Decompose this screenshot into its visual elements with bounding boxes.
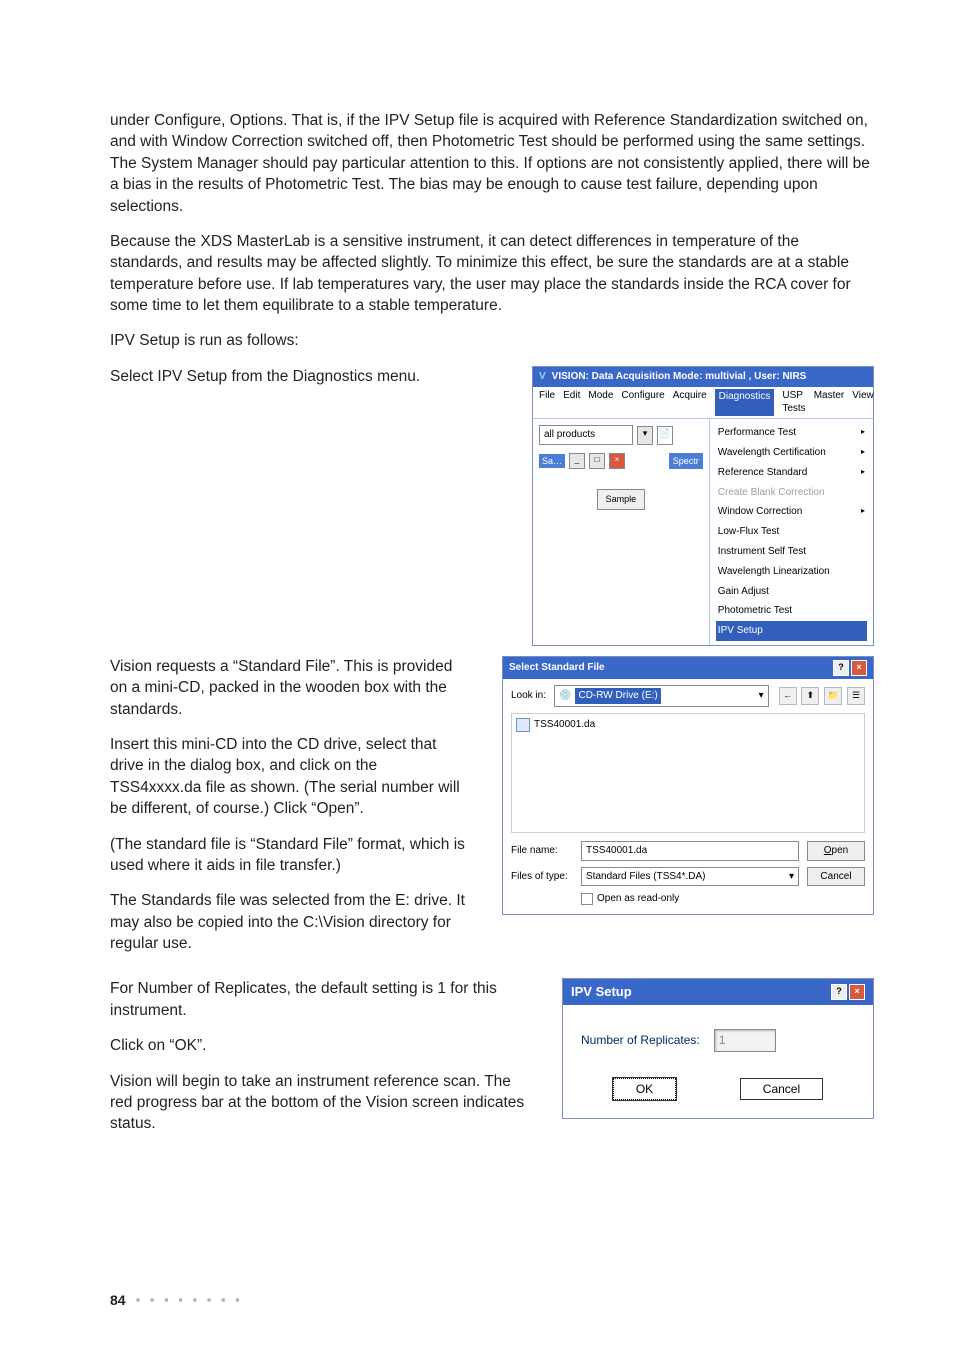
file-type-dropdown[interactable]: Standard Files (TSS4*.DA)▾ (581, 867, 799, 887)
close-icon[interactable]: × (849, 984, 865, 1000)
up-icon[interactable]: ⬆ (801, 687, 819, 705)
back-icon[interactable]: ← (779, 687, 797, 705)
open-button[interactable]: Open (807, 841, 865, 861)
look-in-dropdown[interactable]: 💿 CD-RW Drive (E:) ▾ (554, 685, 769, 707)
checkbox-icon[interactable] (581, 893, 593, 905)
spectr-tab[interactable]: Spectr (669, 453, 703, 469)
menu-item-wavelength-cert[interactable]: Wavelength Certification▸ (716, 443, 867, 463)
menu-item-ipv-setup[interactable]: IPV Setup (716, 621, 867, 641)
paragraph: under Configure, Options. That is, if th… (110, 110, 874, 217)
minimize-icon[interactable]: _ (569, 453, 585, 469)
cancel-button[interactable]: Cancel (740, 1078, 823, 1101)
app-icon: V (539, 370, 546, 384)
paragraph: Select IPV Setup from the Diagnostics me… (110, 366, 502, 387)
menu-mode[interactable]: Mode (588, 389, 613, 417)
drive-icon: 💿 (559, 689, 571, 703)
dropdown-arrow-icon[interactable]: ▾ (789, 870, 794, 884)
product-dropdown-value: all products (544, 428, 595, 442)
file-name-input[interactable]: TSS40001.da (581, 841, 799, 861)
footer-dots: ▪ ▪ ▪ ▪ ▪ ▪ ▪ ▪ (136, 1291, 243, 1309)
product-dropdown[interactable]: all products (539, 425, 633, 445)
menu-item-photometric-test[interactable]: Photometric Test (716, 601, 867, 621)
paragraph: Click on “OK”. (110, 1035, 532, 1056)
ipv-setup-dialog: IPV Setup ? × Number of Replicates: 1 OK… (562, 978, 874, 1119)
cancel-button[interactable]: Cancel (807, 867, 865, 887)
file-icon (516, 718, 530, 732)
paragraph: Vision will begin to take an instrument … (110, 1071, 532, 1135)
dialog-nav-icons: ← ⬆ 📁 ☰ (777, 687, 865, 705)
menu-edit[interactable]: Edit (563, 389, 580, 417)
paragraph: Insert this mini-CD into the CD drive, s… (110, 734, 472, 820)
ok-button[interactable]: OK (613, 1078, 676, 1101)
help-icon[interactable]: ? (831, 984, 847, 1000)
menu-file[interactable]: File (539, 389, 555, 417)
paragraph: Vision requests a “Standard File”. This … (110, 656, 472, 720)
menu-master[interactable]: Master (814, 389, 845, 417)
dropdown-arrow-icon[interactable]: ▾ (759, 689, 764, 703)
sa-tab[interactable]: Sa… (539, 454, 565, 468)
select-standard-file-dialog: Select Standard File ? × Look in: 💿 CD-R… (502, 656, 874, 915)
menu-item-wavelength-lin[interactable]: Wavelength Linearization (716, 562, 867, 582)
menu-configure[interactable]: Configure (621, 389, 664, 417)
new-folder-icon[interactable]: 📁 (824, 687, 842, 705)
menu-item-window-correction[interactable]: Window Correction▸ (716, 502, 867, 522)
menu-item-create-blank: Create Blank Correction (716, 483, 867, 503)
help-icon[interactable]: ? (833, 660, 849, 676)
read-only-checkbox[interactable]: Open as read-only (581, 892, 865, 906)
dialog-title: IPV Setup (571, 983, 632, 1001)
file-list[interactable]: TSS40001.da (511, 713, 865, 833)
sample-button[interactable]: Sample (597, 489, 646, 509)
look-in-label: Look in: (511, 689, 546, 703)
read-only-label: Open as read-only (597, 892, 679, 906)
replicates-input[interactable]: 1 (714, 1029, 776, 1052)
menu-item-self-test[interactable]: Instrument Self Test (716, 542, 867, 562)
window-title: VISION: Data Acquisition Mode: multivial… (552, 370, 807, 384)
file-name-label: File name: (511, 844, 573, 858)
paragraph: For Number of Replicates, the default se… (110, 978, 532, 1021)
menubar[interactable]: File Edit Mode Configure Acquire Diagnos… (533, 387, 873, 420)
menu-item-gain-adjust[interactable]: Gain Adjust (716, 582, 867, 602)
diagnostics-menu-screenshot: V VISION: Data Acquisition Mode: multivi… (532, 366, 874, 646)
paragraph: IPV Setup is run as follows: (110, 330, 874, 351)
file-name-text: TSS40001.da (534, 718, 595, 732)
maximize-icon[interactable]: □ (589, 453, 605, 469)
menu-item-low-flux[interactable]: Low-Flux Test (716, 522, 867, 542)
close-icon[interactable]: × (851, 660, 867, 676)
menu-usp-tests[interactable]: USP Tests (782, 389, 805, 417)
page-footer: 84 ▪ ▪ ▪ ▪ ▪ ▪ ▪ ▪ (110, 1291, 243, 1310)
page-number: 84 (110, 1291, 126, 1310)
close-icon[interactable]: × (609, 453, 625, 469)
menu-item-performance-test[interactable]: Performance Test▸ (716, 423, 867, 443)
file-type-label: Files of type: (511, 870, 573, 884)
diagnostics-submenu: Performance Test▸ Wavelength Certificati… (716, 423, 867, 641)
paragraph: The Standards file was selected from the… (110, 890, 472, 954)
menu-view[interactable]: View (852, 389, 874, 417)
file-item[interactable]: TSS40001.da (516, 718, 860, 732)
menu-acquire[interactable]: Acquire (673, 389, 707, 417)
dialog-title: Select Standard File (509, 661, 605, 675)
replicates-label: Number of Replicates: (581, 1032, 700, 1049)
paragraph: Because the XDS MasterLab is a sensitive… (110, 231, 874, 317)
look-in-value: CD-RW Drive (E:) (575, 688, 660, 704)
window-title-bar: V VISION: Data Acquisition Mode: multivi… (533, 367, 873, 387)
menu-item-reference-standard[interactable]: Reference Standard▸ (716, 463, 867, 483)
paragraph: (The standard file is “Standard File” fo… (110, 834, 472, 877)
menu-diagnostics[interactable]: Diagnostics (715, 389, 775, 417)
view-icon[interactable]: ☰ (847, 687, 865, 705)
new-doc-icon[interactable]: 📄 (657, 426, 673, 445)
dropdown-arrow-icon[interactable]: ▾ (637, 426, 653, 445)
